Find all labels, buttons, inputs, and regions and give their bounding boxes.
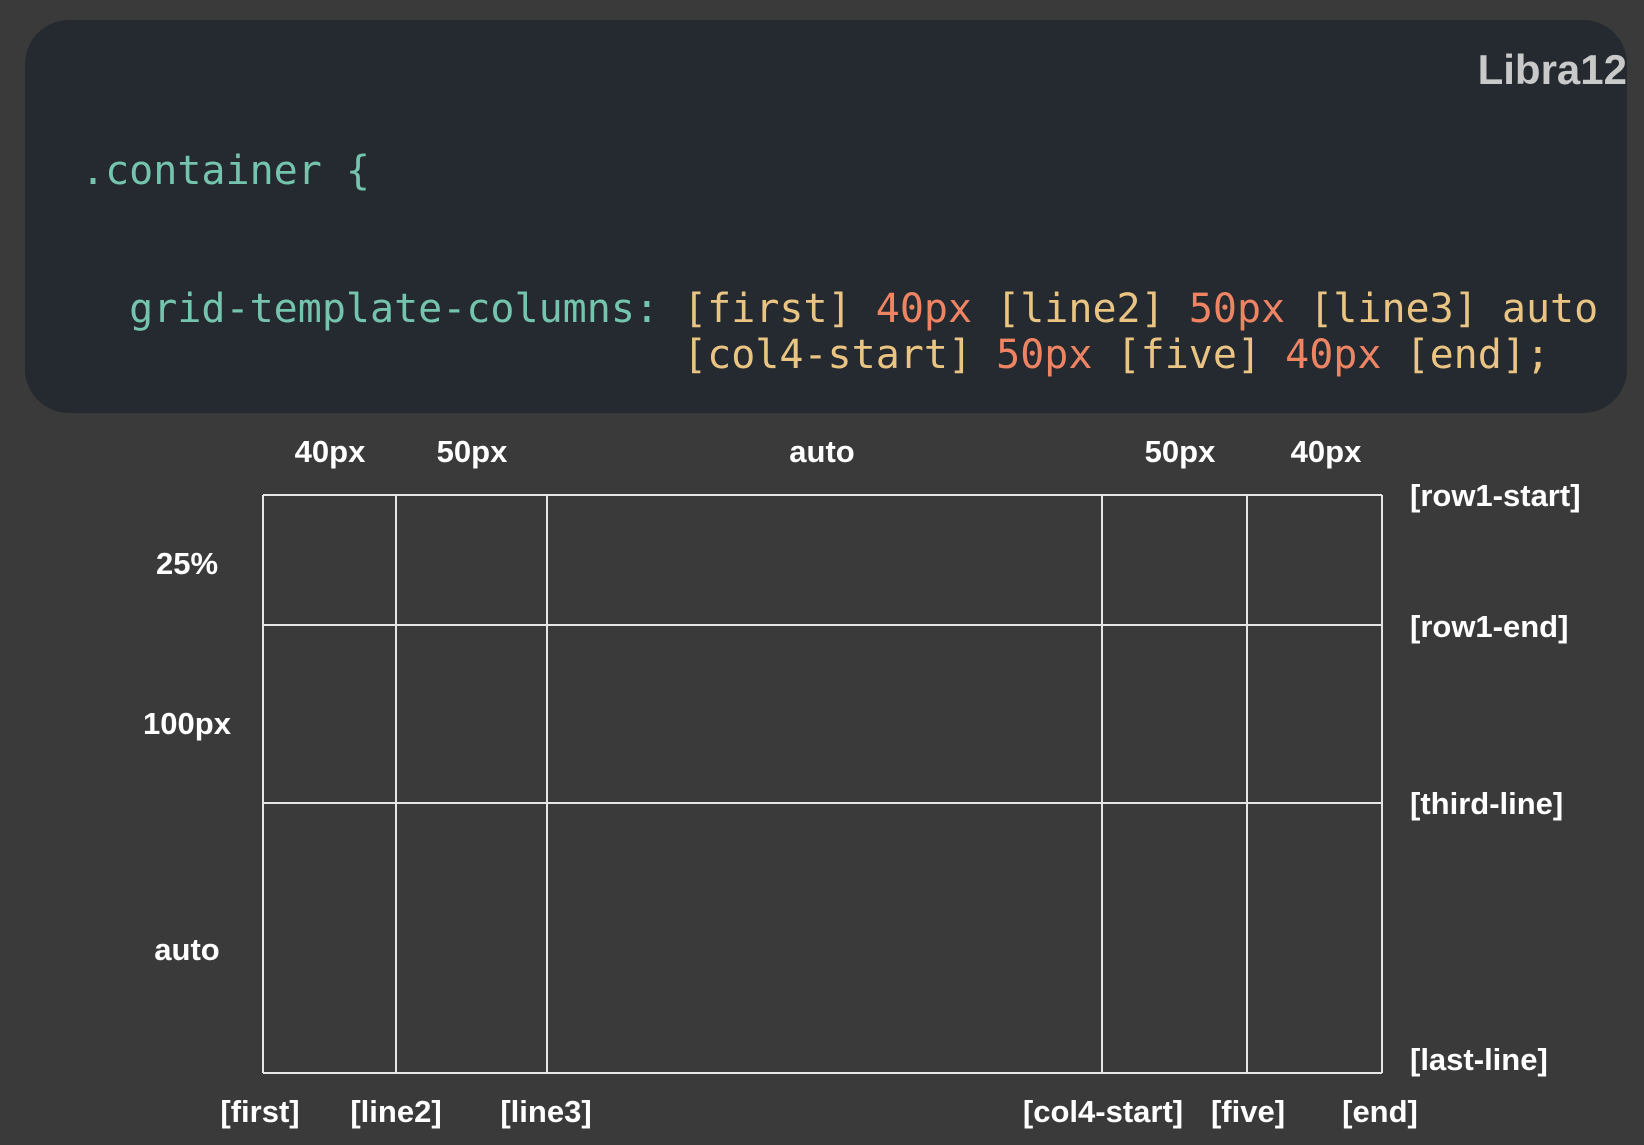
column-size-label: 40px <box>1290 434 1362 469</box>
code-panel: .container { grid-template-columns: [fir… <box>25 20 1627 413</box>
code-lines: grid-template-columns: [first] 40px [lin… <box>81 286 1598 413</box>
code-token: [col4-start] <box>81 332 997 378</box>
row-size-label: 100px <box>143 706 231 741</box>
row-line-name: [third-line] <box>1410 786 1564 821</box>
code-line: [col4-start] 50px [five] 40px [end]; <box>81 332 1598 378</box>
watermark: Libra12 <box>1477 46 1627 93</box>
column-size-label: 50px <box>436 434 508 469</box>
code-selector: .container { <box>81 148 370 194</box>
code-block: .container { grid-template-columns: [fir… <box>81 56 1598 413</box>
column-line-name: [five] <box>1210 1094 1286 1129</box>
code-token: [five] <box>1092 332 1286 378</box>
column-line-name: [line3] <box>500 1094 592 1129</box>
row-size-label: 25% <box>155 546 219 581</box>
row-line-name: [last-line] <box>1410 1042 1548 1077</box>
row-size-label: auto <box>154 932 220 967</box>
column-size-label: 50px <box>1144 434 1216 469</box>
slide: .container { grid-template-columns: [fir… <box>0 0 1644 1145</box>
column-line-name: [first] <box>220 1094 300 1129</box>
code-token: 40px <box>875 286 973 332</box>
code-token: [end]; <box>1381 332 1551 378</box>
row-line-name: [row1-start] <box>1410 478 1581 513</box>
code-token: [first] <box>658 286 876 332</box>
code-token: [line2] <box>972 286 1189 332</box>
column-line-name: [end] <box>1342 1094 1418 1129</box>
grid-lines-svg <box>262 494 1383 1074</box>
column-size-label: 40px <box>294 434 366 469</box>
code-token: 40px <box>1285 332 1382 378</box>
code-token: 50px <box>996 332 1093 378</box>
column-size-label: auto <box>789 434 855 469</box>
code-token: grid-template-columns: <box>129 286 659 332</box>
row-line-name: [row1-end] <box>1410 609 1569 644</box>
column-line-name: [col4-start] <box>1022 1094 1184 1129</box>
column-line-name: [line2] <box>350 1094 442 1129</box>
code-token: [line3] auto <box>1285 286 1599 332</box>
code-token: 50px <box>1188 286 1286 332</box>
grid-diagram: 40px 50px auto 50px 40px [first] [line2] [line3… <box>0 413 1644 1145</box>
code-line: grid-template-columns: [first] 40px [lin… <box>81 286 1598 332</box>
